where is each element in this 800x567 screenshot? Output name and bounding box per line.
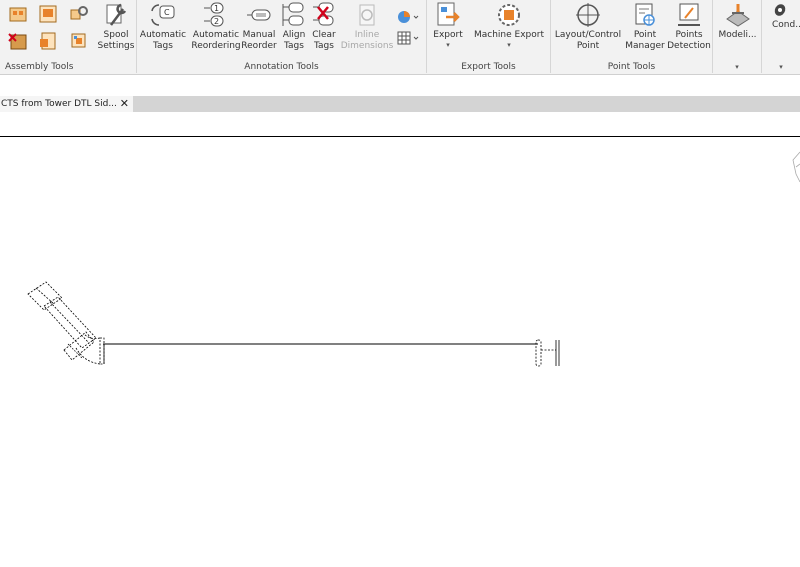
assembly-tools-panel: Spool Settings Assembly Tools [0, 0, 137, 73]
clear-tags-icon [313, 2, 334, 26]
construction-panel-dropdown-icon[interactable]: ▾ [762, 63, 800, 72]
elbow-fitting[interactable] [75, 333, 101, 365]
right-flange[interactable] [535, 339, 560, 367]
document-tab[interactable]: CTS from Tower DTL Sid... ✕ [0, 96, 133, 112]
drawing-canvas[interactable] [0, 112, 800, 567]
document-tab-title: CTS from Tower DTL Sid... [1, 99, 117, 109]
annotation-tools-panel: C Automatic Tags 1 2 Automatic Reorderin… [137, 0, 427, 73]
ribbon: Spool Settings Assembly Tools C Automati… [0, 0, 800, 75]
left-flange[interactable] [99, 337, 105, 365]
assembly-tool-2-button[interactable] [37, 3, 59, 25]
automatic-tags-button[interactable]: C Automatic Tags [140, 0, 186, 52]
layout-control-point-label: Layout/Control Point [554, 30, 622, 51]
points-detection-button[interactable]: Points Detection [667, 0, 711, 52]
construction-label: Cond... [772, 20, 800, 30]
align-tags-icon [282, 2, 304, 26]
construction-icon [774, 4, 786, 16]
machine-export-icon [498, 4, 520, 26]
pipe-drawing [27, 151, 800, 367]
modeling-panel: Modeli... ▾ [713, 0, 762, 73]
clear-tags-button[interactable]: Clear Tags [310, 0, 338, 52]
assembly-export-icon [71, 33, 86, 48]
annotation-chart-button[interactable] [395, 6, 421, 28]
reorder-numbers-icon: 1 2 [204, 2, 224, 27]
grid-icon [397, 31, 419, 45]
assembly-tool-1-button[interactable] [7, 3, 29, 25]
inline-dimensions-icon [359, 4, 375, 26]
svg-text:2: 2 [214, 17, 219, 26]
point-manager-icon [635, 3, 655, 26]
automatic-reordering-label: Automatic Reordering [191, 30, 241, 51]
assembly-tool-3-button[interactable] [68, 3, 90, 25]
svg-text:1: 1 [214, 4, 219, 13]
wrench-icon [106, 3, 127, 26]
machine-export-dropdown-icon: ▾ [507, 41, 511, 49]
assembly-tools-label: Assembly Tools [5, 62, 74, 72]
point-manager-button[interactable]: Point Manager [625, 0, 665, 52]
assembly-cross-box-icon [8, 33, 27, 50]
assembly-gear-icon [70, 6, 88, 20]
svg-text:C: C [164, 8, 170, 17]
export-dropdown-icon: ▾ [446, 41, 450, 49]
angled-pipe[interactable] [27, 281, 97, 361]
close-icon[interactable]: ✕ [120, 96, 129, 112]
export-icon [437, 2, 460, 26]
align-tags-button[interactable]: Align Tags [280, 0, 308, 52]
machine-export-label: Machine Export [474, 30, 544, 40]
annotation-tools-label: Annotation Tools [244, 62, 319, 72]
point-manager-label: Point Manager [625, 30, 665, 51]
manual-reorder-button[interactable]: Manual Reorder [241, 0, 277, 52]
automatic-tags-icon: C [151, 4, 175, 26]
construction-button[interactable]: Cond... [766, 0, 800, 31]
layout-control-point-button[interactable]: Layout/Control Point [554, 0, 622, 52]
point-tools-label: Point Tools [607, 62, 656, 72]
assembly-tool-4-button[interactable] [7, 30, 29, 52]
modeling-button[interactable]: Modeli... [715, 0, 760, 41]
modeling-panel-dropdown-icon[interactable]: ▾ [713, 63, 761, 72]
modeling-icon [725, 4, 750, 27]
assembly-tool-5-button[interactable] [37, 30, 59, 52]
manual-reorder-label: Manual Reorder [241, 30, 277, 51]
view-cube[interactable] [792, 151, 800, 183]
points-detection-icon [678, 3, 700, 26]
export-tools-panel: Export ▾ Machine Export ▾ Export Tools [427, 0, 551, 73]
points-detection-label: Points Detection [667, 30, 711, 51]
export-tools-label: Export Tools [461, 62, 516, 72]
document-tab-bar: CTS from Tower DTL Sid... ✕ [0, 96, 800, 112]
point-tools-panel: Layout/Control Point Point Manager Point… [551, 0, 713, 73]
inline-dimensions-label: Inline Dimensions [340, 30, 394, 51]
manual-reorder-icon [247, 9, 271, 21]
spool-settings-button[interactable]: Spool Settings [97, 0, 135, 52]
export-label: Export [433, 30, 463, 40]
assembly-box-icon [9, 7, 27, 22]
automatic-tags-label: Automatic Tags [139, 30, 187, 51]
automatic-reordering-button[interactable]: 1 2 Automatic Reordering [191, 0, 241, 52]
annotation-grid-button[interactable] [395, 27, 421, 49]
spool-settings-label: Spool Settings [97, 30, 135, 51]
assembly-tool-6-button[interactable] [68, 30, 90, 52]
pie-chart-icon [398, 11, 419, 23]
construction-panel: Cond... ▾ [762, 0, 800, 73]
crosshair-icon [576, 3, 600, 27]
inline-dimensions-button[interactable]: Inline Dimensions [340, 0, 394, 52]
assembly-doc-icon [40, 32, 56, 50]
align-tags-label: Align Tags [282, 30, 306, 51]
clear-tags-label: Clear Tags [312, 30, 336, 51]
assembly-sheet-icon [39, 5, 57, 23]
machine-export-button[interactable]: Machine Export ▾ [474, 0, 544, 49]
modeling-label: Modeli... [718, 30, 757, 40]
export-button[interactable]: Export ▾ [431, 0, 465, 49]
